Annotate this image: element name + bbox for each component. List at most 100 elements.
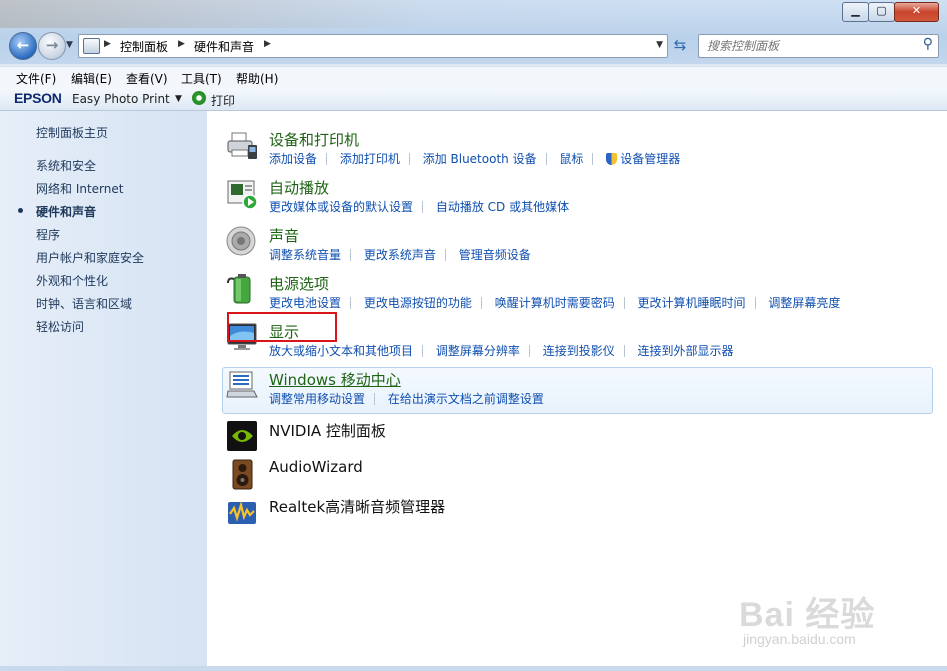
- menu-file[interactable]: 文件(F): [16, 70, 56, 87]
- sidebar-item-programs[interactable]: 程序: [36, 226, 60, 243]
- category-links: 调整系统音量 更改系统声音 管理音频设备: [269, 246, 531, 263]
- link-divider: [592, 153, 594, 165]
- link-adjust-brightness[interactable]: 调整屏幕亮度: [768, 296, 840, 310]
- maximize-button[interactable]: ▢: [868, 2, 895, 22]
- audiowizard-icon[interactable]: [226, 458, 259, 491]
- speaker-icon[interactable]: [226, 225, 259, 258]
- link-power-button-function[interactable]: 更改电源按钮的功能: [364, 296, 472, 310]
- link-change-sounds[interactable]: 更改系统声音: [364, 248, 436, 262]
- category-title[interactable]: 自动播放: [269, 177, 329, 198]
- category-title[interactable]: NVIDIA 控制面板: [269, 420, 386, 441]
- window-chrome: ▁ ▢ ✕ ← → ▼ ▶ 控制面板 ▶ 硬件和声音 ▶ ▼ ⇆ ⚲: [0, 0, 947, 64]
- link-divider: [422, 345, 424, 357]
- epson-logo: EPSON: [14, 90, 62, 106]
- recent-pages-dropdown[interactable]: ▼: [66, 40, 73, 50]
- print-icon: [192, 91, 206, 105]
- link-adjust-resolution[interactable]: 调整屏幕分辨率: [436, 344, 520, 358]
- link-change-sleep-time[interactable]: 更改计算机睡眠时间: [638, 296, 746, 310]
- minimize-button[interactable]: ▁: [842, 2, 869, 22]
- link-adjust-mobility-settings[interactable]: 调整常用移动设置: [269, 392, 365, 406]
- link-divider: [623, 345, 625, 357]
- watermark-url: jingyan.baidu.com: [743, 631, 856, 647]
- link-divider: [350, 249, 352, 261]
- link-resize-text[interactable]: 放大或缩小文本和其他项目: [269, 344, 413, 358]
- link-manage-audio-devices[interactable]: 管理音频设备: [459, 248, 531, 262]
- minimize-icon: ▁: [851, 4, 860, 17]
- sidebar-item-hardware-sound[interactable]: 硬件和声音: [36, 203, 96, 220]
- forward-button[interactable]: →: [38, 32, 66, 60]
- sidebar-item-network-internet[interactable]: 网络和 Internet: [36, 180, 123, 197]
- maximize-icon: ▢: [876, 4, 887, 17]
- sidebar-item-user-accounts[interactable]: 用户帐户和家庭安全: [36, 249, 144, 266]
- easy-photo-print-dropdown-icon[interactable]: ▼: [175, 94, 182, 104]
- easy-photo-print-button[interactable]: Easy Photo Print: [72, 92, 170, 106]
- link-device-manager[interactable]: 设备管理器: [620, 152, 680, 166]
- category-title[interactable]: 电源选项: [269, 273, 329, 294]
- sidebar-item-clock-language-region[interactable]: 时钟、语言和区域: [36, 295, 132, 312]
- link-divider: [623, 297, 625, 309]
- link-add-bluetooth-device[interactable]: 添加 Bluetooth 设备: [423, 152, 537, 166]
- printer-icon[interactable]: [226, 129, 259, 162]
- active-item-bullet-icon: [18, 208, 23, 213]
- battery-icon[interactable]: [226, 273, 259, 306]
- back-button[interactable]: ←: [9, 32, 37, 60]
- category-title[interactable]: 声音: [269, 225, 299, 246]
- search-input[interactable]: [705, 37, 909, 55]
- link-autoplay-cd[interactable]: 自动播放 CD 或其他媒体: [436, 200, 569, 214]
- nvidia-icon[interactable]: [226, 420, 259, 453]
- print-button[interactable]: 打印: [211, 92, 235, 109]
- control-panel-folder-icon: [83, 38, 100, 54]
- menu-bar: 文件(F) 编辑(E) 查看(V) 工具(T) 帮助(H): [0, 66, 947, 89]
- sidebar-item-control-panel-home[interactable]: 控制面板主页: [36, 124, 108, 141]
- link-connect-external-display[interactable]: 连接到外部显示器: [638, 344, 734, 358]
- watermark-text: Bai 经验: [739, 596, 876, 634]
- menu-view[interactable]: 查看(V): [126, 70, 168, 87]
- search-box[interactable]: ⚲: [698, 34, 939, 58]
- sidebar-item-system-security[interactable]: 系统和安全: [36, 157, 96, 174]
- realtek-icon[interactable]: [226, 496, 259, 529]
- link-require-password-wake[interactable]: 唤醒计算机时需要密码: [495, 296, 615, 310]
- breadcrumb-hardware-sound[interactable]: 硬件和声音: [194, 38, 254, 55]
- close-button[interactable]: ✕: [894, 2, 939, 22]
- link-divider: [444, 249, 446, 261]
- category-links: 添加设备 添加打印机 添加 Bluetooth 设备 鼠标 设备管理器: [269, 150, 680, 167]
- menu-tools[interactable]: 工具(T): [181, 70, 222, 87]
- address-dropdown-icon[interactable]: ▼: [656, 40, 663, 50]
- link-mouse[interactable]: 鼠标: [559, 152, 583, 166]
- link-divider: [350, 297, 352, 309]
- link-divider: [422, 201, 424, 213]
- sidebar: 控制面板主页 系统和安全 网络和 Internet 硬件和声音 程序 用户帐户和…: [0, 111, 207, 671]
- forward-arrow-icon: →: [45, 36, 59, 54]
- sidebar-item-ease-of-access[interactable]: 轻松访问: [36, 318, 84, 335]
- category-title[interactable]: 设备和打印机: [269, 129, 359, 150]
- breadcrumb-separator-icon[interactable]: ▶: [264, 39, 271, 49]
- category-title[interactable]: Windows 移动中心: [269, 369, 401, 390]
- link-add-device[interactable]: 添加设备: [269, 152, 317, 166]
- category-title[interactable]: Realtek高清晰音频管理器: [269, 496, 445, 517]
- mobility-center-icon[interactable]: [226, 369, 259, 402]
- menu-help[interactable]: 帮助(H): [236, 70, 278, 87]
- link-adjust-volume[interactable]: 调整系统音量: [269, 248, 341, 262]
- link-divider: [754, 297, 756, 309]
- category-title[interactable]: AudioWizard: [269, 458, 363, 476]
- window-bottom-border: [0, 666, 947, 671]
- menu-edit[interactable]: 编辑(E): [71, 70, 112, 87]
- link-add-printer[interactable]: 添加打印机: [340, 152, 400, 166]
- refresh-icon: ⇆: [673, 36, 687, 54]
- search-icon[interactable]: ⚲: [923, 36, 933, 52]
- autoplay-icon[interactable]: [226, 177, 259, 210]
- breadcrumb-separator-icon[interactable]: ▶: [178, 39, 185, 49]
- link-divider: [408, 153, 410, 165]
- breadcrumb-control-panel[interactable]: 控制面板: [120, 38, 168, 55]
- sidebar-item-appearance[interactable]: 外观和个性化: [36, 272, 108, 289]
- display-highlight-box: [227, 312, 337, 342]
- back-arrow-icon: ←: [16, 36, 30, 54]
- link-connect-projector[interactable]: 连接到投影仪: [543, 344, 615, 358]
- breadcrumb-separator-icon[interactable]: ▶: [104, 39, 111, 49]
- address-bar[interactable]: ▶ 控制面板 ▶ 硬件和声音 ▶ ▼: [78, 34, 668, 58]
- content-pane: 设备和打印机 添加设备 添加打印机 添加 Bluetooth 设备 鼠标 设备管…: [207, 111, 947, 671]
- link-change-battery-settings[interactable]: 更改电池设置: [269, 296, 341, 310]
- link-change-media-defaults[interactable]: 更改媒体或设备的默认设置: [269, 200, 413, 214]
- refresh-button[interactable]: ⇆: [670, 36, 690, 56]
- link-presentation-settings[interactable]: 在给出演示文档之前调整设置: [388, 392, 544, 406]
